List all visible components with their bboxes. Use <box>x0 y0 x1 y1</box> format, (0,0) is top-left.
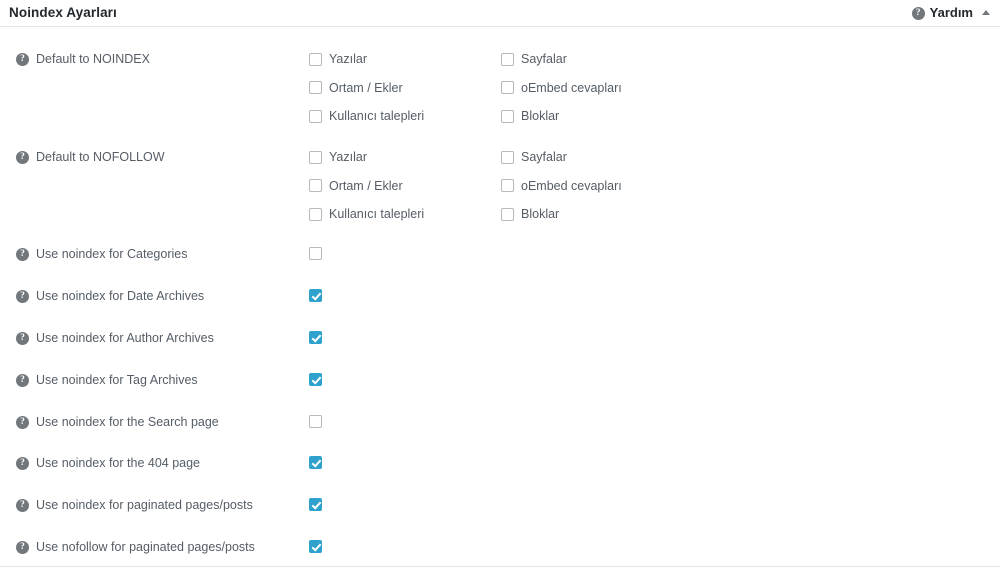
row-label-text: Default to NOFOLLOW <box>36 150 165 164</box>
row-label-text: Use noindex for paginated pages/posts <box>36 498 253 512</box>
checkbox-oembed-cevaplar[interactable] <box>501 81 514 94</box>
noindex-settings-panel: Noindex Ayarları ? Yardım ? Default to NO… <box>0 0 1000 580</box>
checkbox-use-noindex-for-date-archives[interactable] <box>309 289 322 302</box>
checkbox-label: oEmbed cevapları <box>521 80 622 95</box>
checkbox-item-sayfalar[interactable]: Sayfalar <box>501 51 567 67</box>
settings-row-use-noindex-for-the-search-page: ? Use noindex for the Search page <box>0 414 1000 434</box>
checkbox-use-noindex-for-paginated-pages-posts[interactable] <box>309 498 322 511</box>
row-label: ? Use noindex for Categories <box>16 246 187 262</box>
checkbox-use-noindex-for-the-404-page[interactable] <box>309 456 322 469</box>
checkbox-use-noindex-for-the-search-page[interactable] <box>309 415 322 428</box>
checkbox-item-ortam-ekler[interactable]: Ortam / Ekler <box>309 178 403 194</box>
checkbox-bloklar[interactable] <box>501 109 514 123</box>
checkbox-label: oEmbed cevapları <box>521 178 622 193</box>
checkbox-item-ortam-ekler[interactable]: Ortam / Ekler <box>309 80 403 96</box>
settings-row-default-to-noindex: ? Default to NOINDEX Yazılar Sayfalar Ortam … <box>0 51 1000 131</box>
settings-row-use-noindex-for-the-404-page: ? Use noindex for the 404 page <box>0 455 1000 475</box>
checkbox-label: Ortam / Ekler <box>329 80 403 95</box>
checkbox-kullan-c-talepleri[interactable] <box>309 207 322 221</box>
row-label: ? Default to NOINDEX <box>16 51 150 67</box>
checkbox-item-oembed-cevaplar[interactable]: oEmbed cevapları <box>501 178 622 194</box>
checkbox-yaz-lar[interactable] <box>309 52 322 66</box>
checkbox-item-kullan-c-talepleri[interactable]: Kullanıcı talepleri <box>309 108 424 124</box>
checkbox-label: Kullanıcı talepleri <box>329 109 425 123</box>
footer-divider <box>0 566 1000 567</box>
question-mark-circle-icon: ? <box>16 456 29 470</box>
question-mark-circle-icon: ? <box>16 415 29 429</box>
checkbox-sayfalar[interactable] <box>501 150 514 164</box>
checkbox-sayfalar[interactable] <box>501 52 514 66</box>
row-label: ? Default to NOFOLLOW <box>16 149 165 165</box>
row-label: ? Use nofollow for paginated pages/posts <box>16 539 255 555</box>
question-mark-circle-icon: ? <box>16 150 29 164</box>
checkbox-use-noindex-for-categories[interactable] <box>309 247 322 260</box>
checkbox-use-noindex-for-author-archives[interactable] <box>309 331 322 344</box>
row-label-text: Default to NOINDEX <box>36 52 150 66</box>
caret-up-icon <box>982 10 990 15</box>
checkbox-item-bloklar[interactable]: Bloklar <box>501 206 559 222</box>
help-toggle-button[interactable]: ? Yardım <box>911 4 990 22</box>
row-label: ? Use noindex for the Search page <box>16 414 219 430</box>
row-label-text: Use noindex for Tag Archives <box>36 373 198 387</box>
settings-row-use-noindex-for-paginated-pages-posts: ? Use noindex for paginated pages/posts <box>0 497 1000 517</box>
row-label-text: Use noindex for the 404 page <box>36 456 201 470</box>
settings-row-use-noindex-for-tag-archives: ? Use noindex for Tag Archives <box>0 372 1000 392</box>
question-mark-circle-icon: ? <box>16 289 29 303</box>
checkbox-ortam-ekler[interactable] <box>309 81 322 94</box>
checkbox-use-nofollow-for-paginated-pages-posts[interactable] <box>309 540 322 553</box>
row-label-text: Use noindex for Date Archives <box>36 289 205 303</box>
row-label: ? Use noindex for paginated pages/posts <box>16 497 253 513</box>
row-label: ? Use noindex for Tag Archives <box>16 372 198 388</box>
row-label-text: Use noindex for Author Archives <box>36 331 214 345</box>
checkbox-label: Ortam / Ekler <box>329 178 403 193</box>
settings-row-use-nofollow-for-paginated-pages-posts: ? Use nofollow for paginated pages/posts <box>0 539 1000 559</box>
settings-row-use-noindex-for-categories: ? Use noindex for Categories <box>0 246 1000 266</box>
checkbox-bloklar[interactable] <box>501 207 514 221</box>
page-title: Noindex Ayarları <box>9 5 117 20</box>
checkbox-item-kullan-c-talepleri[interactable]: Kullanıcı talepleri <box>309 206 424 222</box>
question-mark-circle-icon: ? <box>16 540 29 554</box>
settings-row-use-noindex-for-author-archives: ? Use noindex for Author Archives <box>0 330 1000 350</box>
question-mark-circle-icon: ? <box>16 373 29 387</box>
question-mark-circle-icon: ? <box>16 498 29 512</box>
checkbox-kullan-c-talepleri[interactable] <box>309 109 322 123</box>
checkbox-label: Sayfalar <box>521 150 567 164</box>
checkbox-label: Bloklar <box>521 109 560 123</box>
row-label-text: Use noindex for Categories <box>36 247 188 261</box>
row-label-text: Use noindex for the Search page <box>36 415 219 429</box>
question-mark-circle-icon: ? <box>16 247 29 261</box>
checkbox-label: Yazılar <box>329 52 367 66</box>
question-mark-circle-icon: ? <box>16 331 29 345</box>
checkbox-label: Yazılar <box>329 150 367 164</box>
row-label: ? Use noindex for Date Archives <box>16 288 204 304</box>
panel-header: Noindex Ayarları ? Yardım <box>0 0 1000 27</box>
checkbox-item-bloklar[interactable]: Bloklar <box>501 108 559 124</box>
settings-row-default-to-nofollow: ? Default to NOFOLLOW Yazılar Sayfalar Ortam… <box>0 149 1000 229</box>
checkbox-yaz-lar[interactable] <box>309 150 322 164</box>
checkbox-label: Bloklar <box>521 207 560 221</box>
checkbox-oembed-cevaplar[interactable] <box>501 179 514 192</box>
checkbox-item-yaz-lar[interactable]: Yazılar <box>309 149 367 165</box>
row-label: ? Use noindex for Author Archives <box>16 330 214 346</box>
row-label-text: Use nofollow for paginated pages/posts <box>36 540 255 554</box>
settings-row-use-noindex-for-date-archives: ? Use noindex for Date Archives <box>0 288 1000 308</box>
question-mark-circle-icon: ? <box>911 6 925 20</box>
question-mark-circle-icon: ? <box>16 52 29 66</box>
help-toggle-label: Yardım <box>929 5 973 20</box>
checkbox-label: Kullanıcı talepleri <box>329 207 425 221</box>
row-label: ? Use noindex for the 404 page <box>16 455 200 471</box>
checkbox-ortam-ekler[interactable] <box>309 179 322 192</box>
checkbox-item-oembed-cevaplar[interactable]: oEmbed cevapları <box>501 80 622 96</box>
checkbox-label: Sayfalar <box>521 52 567 66</box>
checkbox-item-sayfalar[interactable]: Sayfalar <box>501 149 567 165</box>
checkbox-item-yaz-lar[interactable]: Yazılar <box>309 51 367 67</box>
checkbox-use-noindex-for-tag-archives[interactable] <box>309 373 322 386</box>
